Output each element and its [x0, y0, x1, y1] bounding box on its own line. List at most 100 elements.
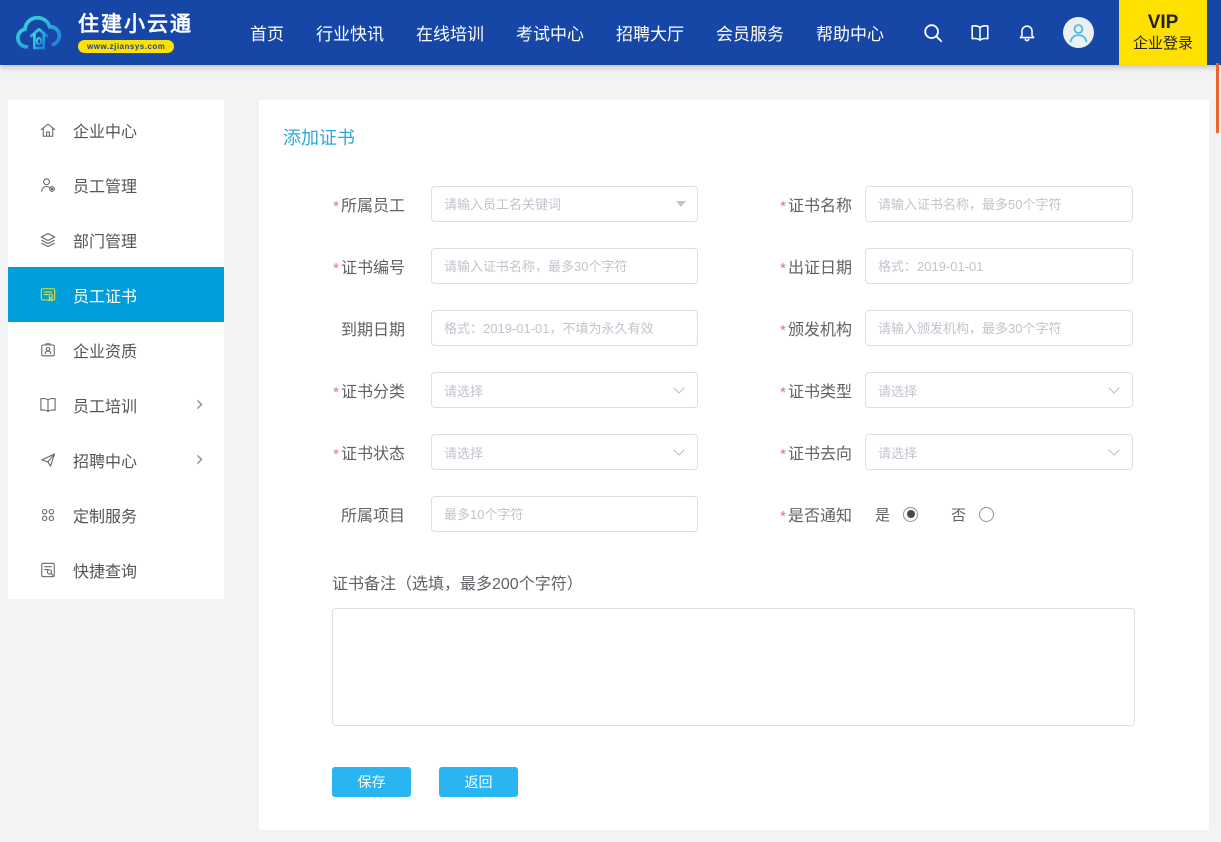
brand-name: 住建小云通: [78, 13, 193, 37]
chevron-down-icon: [1108, 444, 1119, 455]
sidebar-item-custom-services[interactable]: 定制服务: [8, 487, 224, 542]
form-row: *证书分类请选择*证书类型请选择: [259, 372, 1209, 408]
required-asterisk: *: [780, 322, 786, 339]
certificate-icon: [38, 285, 58, 305]
chevron-down-icon: [673, 444, 684, 455]
vip-enterprise-login-label: 企业登录: [1133, 34, 1193, 53]
cert-number-input[interactable]: [431, 248, 698, 284]
field-label-cert-type: *证书类型: [698, 378, 852, 402]
grid-icon: [38, 505, 58, 525]
field-label-expiry-date: 到期日期: [259, 316, 405, 340]
sidebar-item-employee-training[interactable]: 员工培训›: [8, 377, 224, 432]
sidebar-item-employee-certificates[interactable]: 员工证书: [8, 267, 224, 322]
nav-item-4[interactable]: 考试中心: [516, 20, 584, 45]
form-row: 到期日期*颁发机构: [259, 310, 1209, 346]
scrollbar-thumb[interactable]: [1216, 63, 1219, 133]
brand-url-badge: www.zjiansys.com: [78, 40, 174, 53]
back-button[interactable]: 返回: [439, 767, 518, 797]
required-asterisk: *: [780, 198, 786, 215]
form-row: *所属员工*证书名称: [259, 186, 1209, 222]
notify-radio-2[interactable]: [979, 507, 994, 522]
nav-item-3[interactable]: 在线培训: [416, 20, 484, 45]
cert-name-control: [865, 186, 1133, 222]
sidebar-item-label: 定制服务: [73, 503, 137, 527]
issue-date-control: [865, 248, 1133, 284]
layers-icon: [38, 230, 58, 250]
required-asterisk: *: [333, 384, 339, 401]
field-label-issue-date: *出证日期: [698, 254, 852, 278]
nav-item-7[interactable]: 帮助中心: [816, 20, 884, 45]
sidebar-item-label: 员工证书: [73, 283, 137, 307]
sidebar-item-label: 员工管理: [73, 173, 137, 197]
required-asterisk: *: [333, 260, 339, 277]
form-actions: 保存 返回: [332, 767, 1209, 797]
form-row: *证书编号*出证日期: [259, 248, 1209, 284]
brand-logo[interactable]: 住建小云通 www.zjiansys.com: [12, 9, 230, 57]
nav-item-2[interactable]: 行业快讯: [316, 20, 384, 45]
sidebar-item-recruitment-center[interactable]: 招聘中心›: [8, 432, 224, 487]
cert-destination-select-value: 请选择: [878, 443, 917, 462]
vip-login-button[interactable]: VIP 企业登录: [1119, 0, 1207, 65]
certificate-form: *所属员工*证书名称*证书编号*出证日期到期日期*颁发机构*证书分类请选择*证书…: [259, 186, 1209, 532]
cert-number-control: [431, 248, 698, 284]
nav-item-6[interactable]: 会员服务: [716, 20, 784, 45]
notify-option-2: 否: [951, 504, 994, 525]
cert-status-select-value: 请选择: [444, 443, 483, 462]
sidebar: 企业中心员工管理部门管理员工证书企业资质员工培训›招聘中心› 定制服务快捷查询: [8, 100, 224, 599]
expiry-date-input[interactable]: [431, 310, 698, 346]
home-icon: [38, 120, 58, 140]
notify-radio-1[interactable]: [903, 507, 918, 522]
issue-date-input[interactable]: [865, 248, 1133, 284]
avatar[interactable]: [1063, 17, 1094, 48]
sidebar-item-label: 企业中心: [73, 118, 137, 142]
chevron-right-icon: ›: [195, 394, 204, 416]
project-input[interactable]: [431, 496, 698, 532]
cert-destination-select[interactable]: 请选择: [865, 434, 1133, 470]
sidebar-item-enterprise-center[interactable]: 企业中心: [8, 102, 224, 157]
cloud-logo-icon: [12, 9, 68, 57]
nav-item-5[interactable]: 招聘大厅: [616, 20, 684, 45]
search-icon[interactable]: [922, 22, 944, 44]
sidebar-item-quick-search[interactable]: 快捷查询: [8, 542, 224, 597]
notify-option-label: 是: [875, 504, 890, 525]
cert-type-control: 请选择: [865, 372, 1133, 408]
main-nav: 首页 行业快讯 在线培训 考试中心 招聘大厅 会员服务 帮助中心: [250, 20, 916, 45]
notify-control: 是否: [865, 496, 1133, 532]
paper-plane-icon: [38, 450, 58, 470]
cert-category-select[interactable]: 请选择: [431, 372, 698, 408]
issuer-input[interactable]: [865, 310, 1133, 346]
save-button[interactable]: 保存: [332, 767, 411, 797]
field-label-cert-status: *证书状态: [259, 440, 405, 464]
bell-icon[interactable]: [1016, 22, 1038, 44]
field-label-cert-name: *证书名称: [698, 192, 852, 216]
sidebar-item-employee-management[interactable]: 员工管理: [8, 157, 224, 212]
sidebar-item-label: 企业资质: [73, 338, 137, 362]
required-asterisk: *: [780, 508, 786, 525]
sidebar-item-enterprise-qualification[interactable]: 企业资质: [8, 322, 224, 377]
remark-textarea[interactable]: [332, 608, 1135, 726]
sidebar-item-department-management[interactable]: 部门管理: [8, 212, 224, 267]
doc-search-icon: [38, 560, 58, 580]
top-navbar: 住建小云通 www.zjiansys.com 首页 行业快讯 在线培训 考试中心 招聘大…: [0, 0, 1221, 65]
cert-status-select[interactable]: 请选择: [431, 434, 698, 470]
page-title: 添加证书: [283, 124, 1209, 150]
chevron-right-icon: ›: [195, 449, 204, 471]
cert-type-select-value: 请选择: [878, 381, 917, 400]
notify-option-1: 是: [875, 504, 918, 525]
notify-radio-group: 是否: [865, 496, 1133, 532]
cert-status-control: 请选择: [431, 434, 698, 470]
required-asterisk: *: [333, 446, 339, 463]
cert-name-input[interactable]: [865, 186, 1133, 222]
content-panel: 添加证书 *所属员工*证书名称*证书编号*出证日期到期日期*颁发机构*证书分类请…: [259, 100, 1209, 830]
chevron-down-icon: [673, 382, 684, 393]
badge-icon: [38, 340, 58, 360]
nav-item-1[interactable]: 首页: [250, 20, 284, 45]
book-icon[interactable]: [969, 22, 991, 44]
open-book-icon: [38, 395, 58, 415]
required-asterisk: *: [780, 446, 786, 463]
cert-type-select[interactable]: 请选择: [865, 372, 1133, 408]
cert-category-control: 请选择: [431, 372, 698, 408]
project-control: [431, 496, 698, 532]
field-label-cert-category: *证书分类: [259, 378, 405, 402]
employee-input[interactable]: [431, 186, 698, 222]
